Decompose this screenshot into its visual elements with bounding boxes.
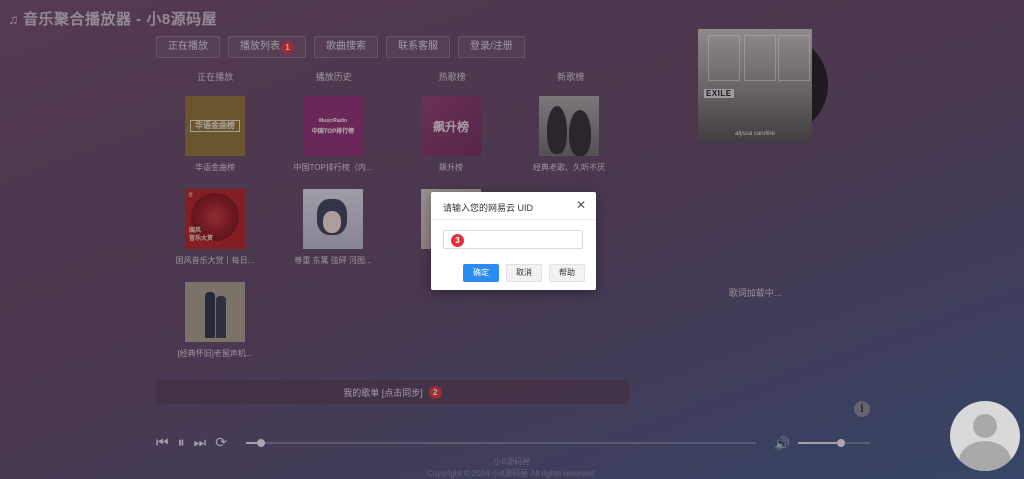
tab-playlist-badge: 1 — [281, 40, 294, 54]
volume-slider[interactable] — [798, 439, 870, 447]
my-playlist-badge: 2 — [428, 385, 442, 399]
tab-playlist[interactable]: 播放列表 1 — [228, 36, 306, 58]
playlist-cover: 华语金曲榜 — [185, 96, 245, 156]
my-playlist-sync-bar[interactable]: 我的歌单 [点击同步] 2 — [156, 380, 629, 404]
playlist-caption: 国风音乐大赏丨每日... — [175, 256, 255, 265]
section-headers: 正在播放 播放历史 热歌榜 新歌榜 — [156, 70, 630, 83]
tab-contact-support[interactable]: 联系客服 — [386, 36, 450, 58]
cancel-button[interactable]: 取消 — [506, 264, 542, 282]
main-tabs: 正在播放 播放列表 1 歌曲搜索 联系客服 登录/注册 — [156, 36, 525, 58]
playlist-card[interactable]: 飙升榜 飙升榜 — [392, 96, 510, 173]
tab-now-playing[interactable]: 正在播放 — [156, 36, 220, 58]
playlist-card[interactable]: 合 国风 音乐大赏 国风音乐大赏丨每日... — [156, 189, 274, 266]
section-now-playing[interactable]: 正在播放 — [156, 70, 274, 83]
uid-input-badge: 3 — [451, 234, 464, 247]
section-history[interactable]: 播放历史 — [275, 70, 393, 83]
volume-knob[interactable] — [837, 439, 846, 447]
uid-dialog: 请输入您的网易云 UID ✕ 3 确定 取消 帮助 — [431, 192, 596, 290]
footer-site-name: 小8源码屋 — [493, 457, 531, 466]
confirm-button[interactable]: 确定 — [463, 264, 499, 282]
section-hot-chart[interactable]: 热歌榜 — [393, 70, 511, 83]
playlist-cover — [185, 282, 245, 342]
lyric-status: 歌词加载中... — [728, 288, 782, 298]
playlist-caption: 经典老歌、久听不厌 — [533, 163, 605, 172]
previous-icon[interactable]: ⏮ — [156, 434, 169, 450]
album-cover: EXILE alyssa caroline — [698, 29, 812, 143]
playlist-caption: 华语金曲榜 — [195, 163, 235, 172]
tab-login-register[interactable]: 登录/注册 — [458, 36, 525, 58]
user-avatar[interactable] — [950, 401, 1020, 471]
pause-icon[interactable]: ⏸ — [178, 434, 185, 450]
playlist-card[interactable]: 经典老歌、久听不厌 — [510, 96, 628, 173]
close-icon[interactable]: ✕ — [576, 198, 586, 212]
dialog-divider — [431, 219, 596, 220]
my-playlist-label: 我的歌单 [点击同步] — [343, 387, 423, 398]
music-note-icon: ♫ — [8, 10, 19, 27]
repeat-icon[interactable]: ⟳ — [215, 434, 227, 450]
playlist-cover — [539, 96, 599, 156]
playlist-cover — [303, 189, 363, 249]
playlist-caption: [经典怀旧]老留声机... — [177, 349, 253, 358]
footer-copyright: Copyright © 2024 小8源码屋 All rights reserv… — [427, 469, 597, 478]
next-icon[interactable]: ⏭ — [194, 434, 207, 450]
playlist-caption: 尊重 东篱 弦砰 河图... — [294, 256, 372, 265]
playlist-card[interactable]: 尊重 东篱 弦砰 河图... — [274, 189, 392, 266]
playlist-cover: 飙升榜 — [421, 96, 481, 156]
tab-song-search[interactable]: 歌曲搜索 — [314, 36, 378, 58]
playlist-caption: 中国TOP排行榜（内... — [293, 163, 373, 172]
playlist-cover: MusicRadio 中国TOP排行榜 — [303, 96, 363, 156]
info-icon[interactable]: i — [854, 401, 870, 417]
dialog-title: 请输入您的网易云 UID — [443, 203, 534, 213]
player-controls: ⏮ ⏸ ⏭ ⟳ — [156, 434, 227, 450]
playlist-card[interactable]: MusicRadio 中国TOP排行榜 中国TOP排行榜（内... — [274, 96, 392, 173]
progress-knob[interactable] — [257, 439, 266, 447]
volume-icon[interactable]: 🔊 — [774, 436, 790, 452]
playlist-caption: 飙升榜 — [439, 163, 463, 172]
help-button[interactable]: 帮助 — [549, 264, 585, 282]
playlist-cover: 合 国风 音乐大赏 — [185, 189, 245, 249]
progress-bar[interactable] — [246, 439, 756, 447]
section-new-chart[interactable]: 新歌榜 — [512, 70, 630, 83]
playlist-card[interactable]: [经典怀旧]老留声机... — [156, 282, 274, 359]
app-title: ♫ 音乐聚合播放器 - 小8源码屋 — [8, 8, 217, 29]
uid-input[interactable] — [443, 230, 583, 249]
playlist-card[interactable]: 华语金曲榜 华语金曲榜 — [156, 96, 274, 173]
app-title-text: 音乐聚合播放器 - 小8源码屋 — [23, 11, 218, 28]
